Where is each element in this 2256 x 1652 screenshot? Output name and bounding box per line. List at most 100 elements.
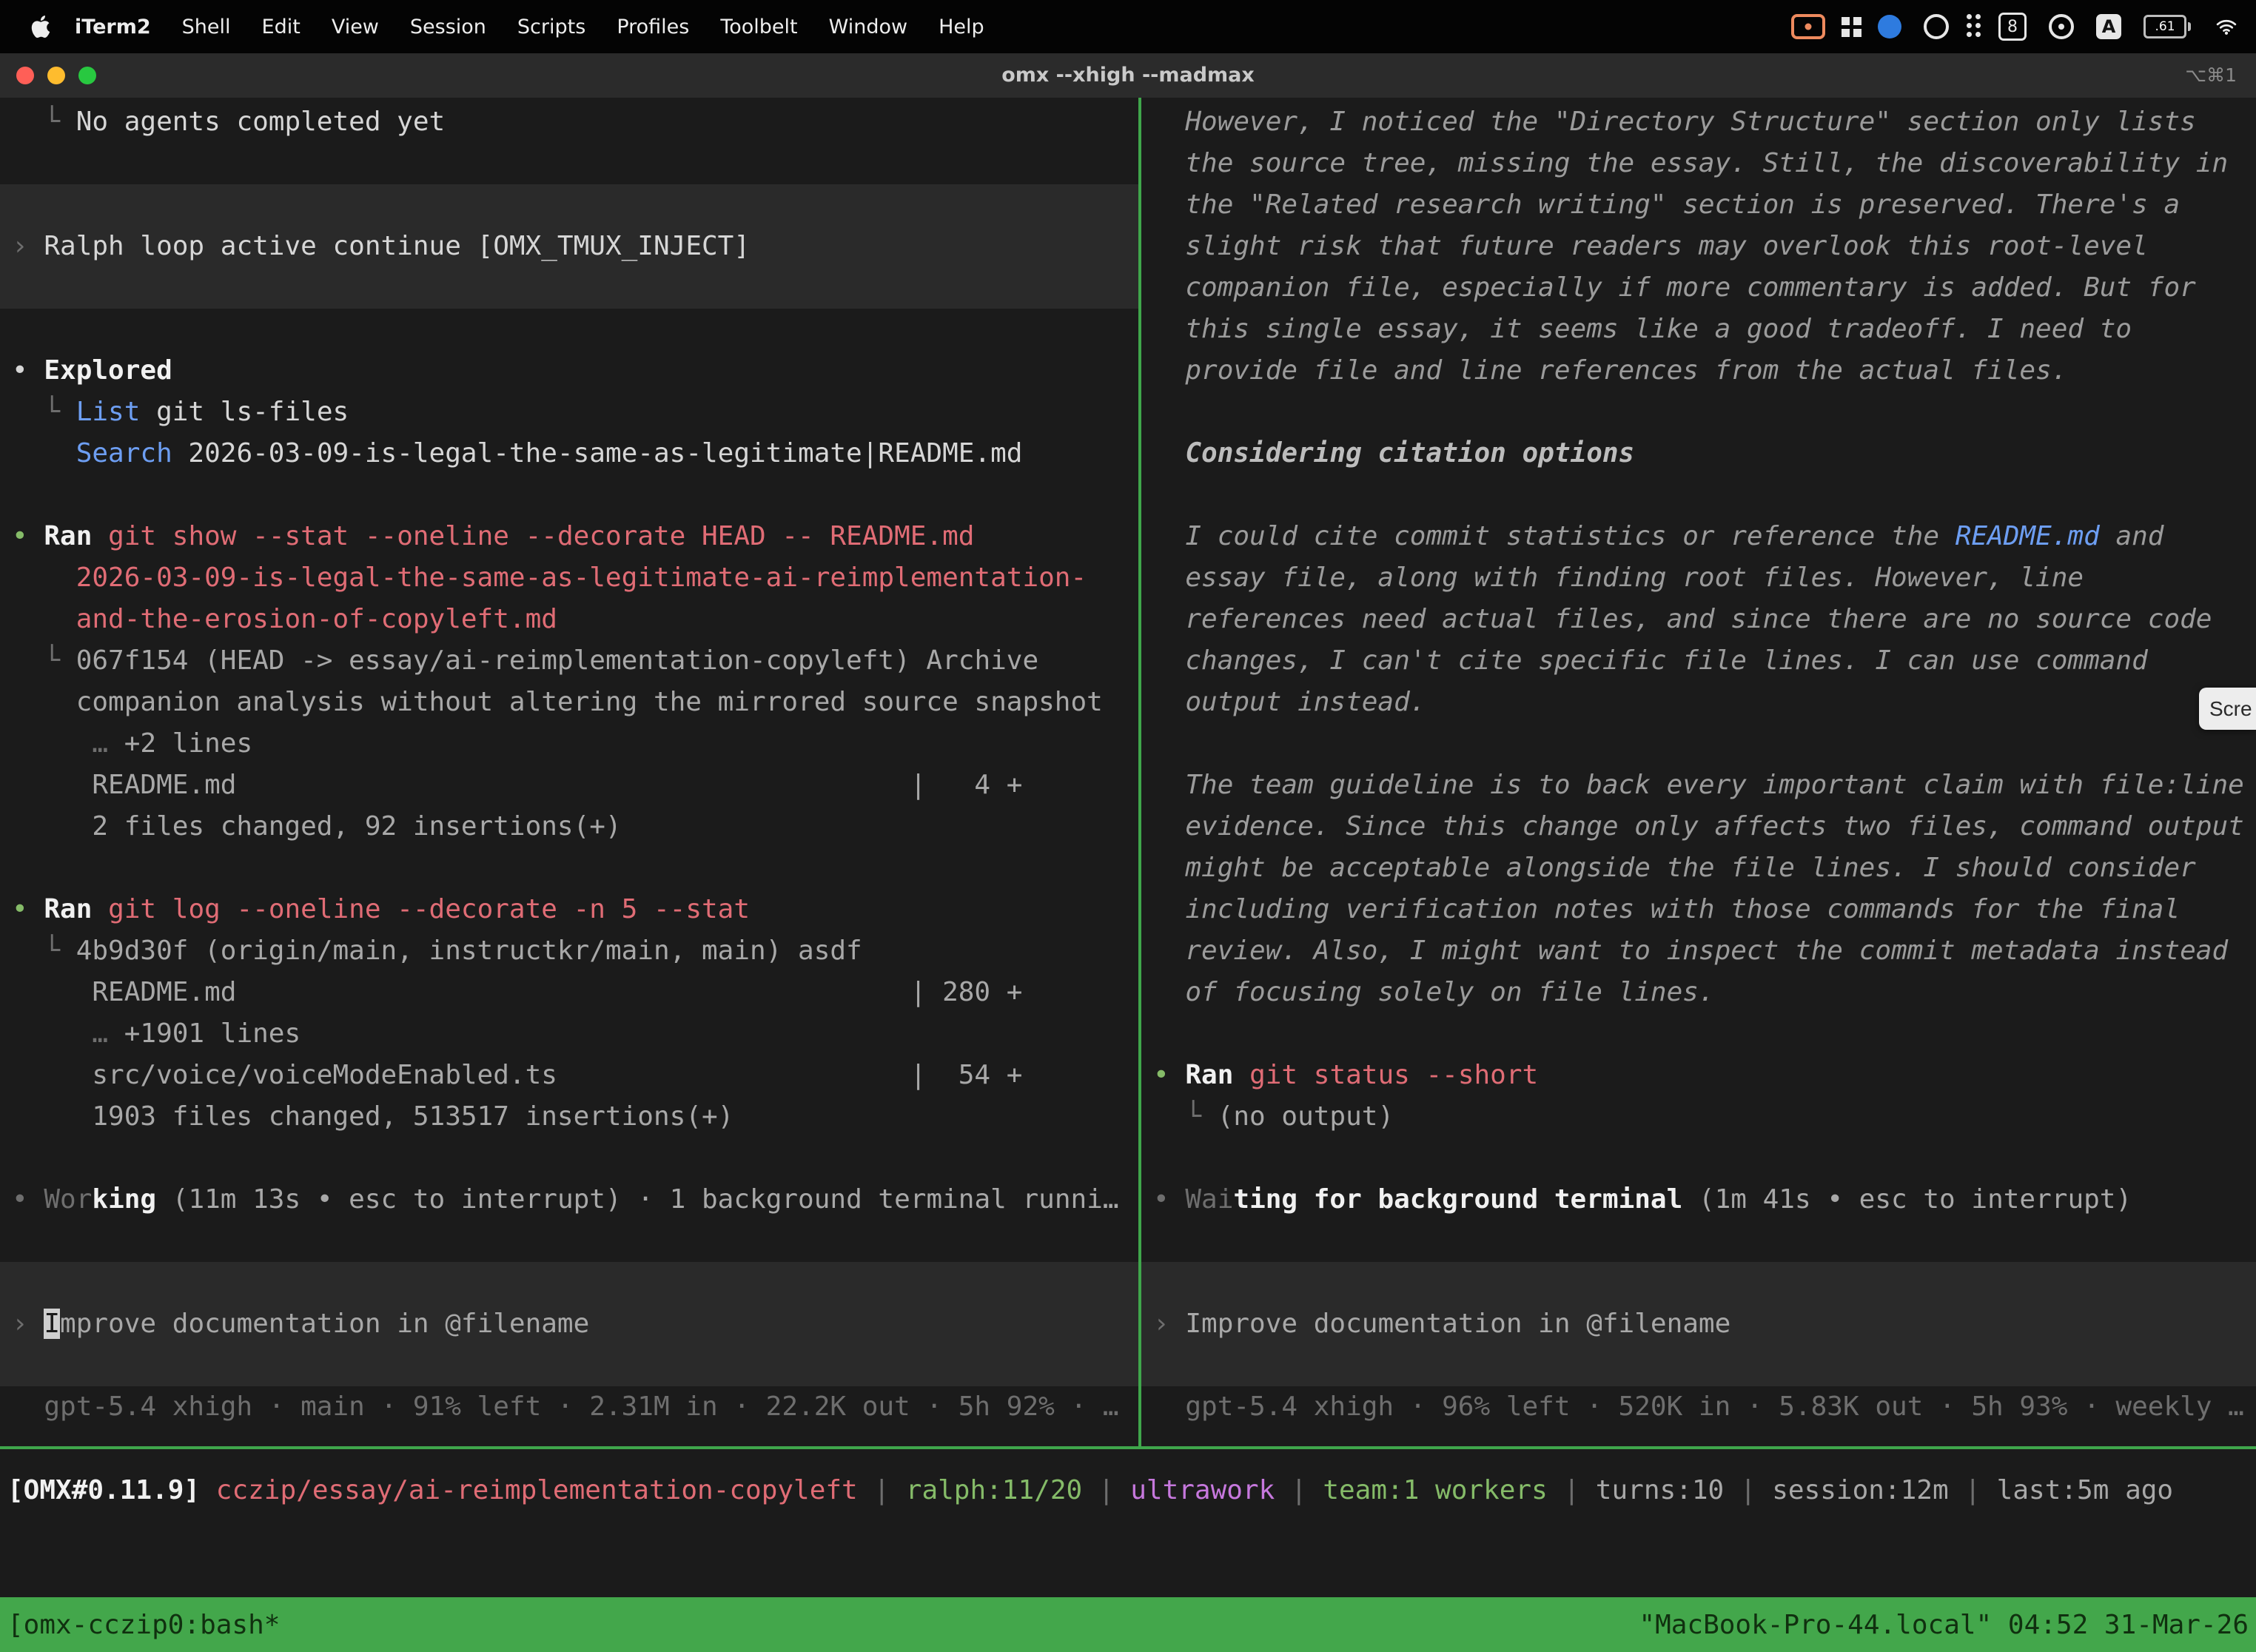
- ring-app-icon[interactable]: [1924, 14, 1949, 39]
- terminal-line: README.md | 280 +: [0, 972, 1138, 1013]
- omx-status-text: [OMX#0.11.9] cczip/essay/ai-reimplementa…: [0, 1470, 2256, 1511]
- terminal-segment: |: [1275, 1475, 1323, 1505]
- terminal-segment: slight risk that future readers may over…: [1153, 231, 2148, 261]
- terminal-line: 2026-03-09-is-legal-the-same-as-legitima…: [0, 557, 1138, 599]
- menu-item-window[interactable]: Window: [813, 16, 923, 38]
- terminal-line: └ List git ls-files: [0, 392, 1138, 433]
- terminal-segment: |: [1548, 1475, 1596, 1505]
- window-shortcut: ⌥⌘1: [2185, 53, 2237, 98]
- window-title-bar[interactable]: omx --xhigh --madmax ⌥⌘1: [0, 53, 2256, 99]
- pane-left[interactable]: └ No agents completed yet › Ralph loop ac…: [0, 98, 1138, 1446]
- terminal-segment: 067f154 (HEAD -> essay/ai-reimplementati…: [76, 645, 1038, 676]
- dots-grid-icon[interactable]: [1971, 24, 1976, 30]
- terminal-segment: 4b9d30f (origin/main, instructkr/main, m…: [76, 936, 862, 966]
- terminal-line: • Ran git log --oneline --decorate -n 5 …: [0, 889, 1138, 930]
- pane-right[interactable]: However, I noticed the "Directory Struct…: [1141, 98, 2256, 1446]
- terminal-segment: The team guideline is to back every impo…: [1153, 770, 2244, 800]
- terminal-segment: cczip/essay/ai-reimplementation-copyleft: [216, 1475, 858, 1505]
- terminal-line: src/voice/voiceModeEnabled.ts | 54 +: [0, 1055, 1138, 1096]
- window-grid-icon[interactable]: [1847, 23, 1856, 31]
- terminal-line: provide file and line references from th…: [1141, 350, 2256, 392]
- terminal-line: • Working (11m 13s • esc to interrupt) ·…: [0, 1179, 1138, 1220]
- terminal-segment: ralph:11/20: [906, 1475, 1082, 1505]
- screen-share-overlay[interactable]: Scre: [2199, 688, 2256, 730]
- terminal-segment: •: [1153, 1060, 1185, 1090]
- terminal-blank-line: [0, 1138, 1138, 1179]
- terminal-segment: src/voice/voiceModeEnabled.ts | 54 +: [12, 1060, 1022, 1090]
- apple-menu-icon[interactable]: [30, 15, 52, 38]
- terminal-line: • Waiting for background terminal (1m 41…: [1141, 1179, 2256, 1220]
- terminal-line: output instead.: [1141, 682, 2256, 723]
- terminal-line: evidence. Since this change only affects…: [1141, 806, 2256, 847]
- keyhole-icon[interactable]: [2049, 14, 2074, 39]
- terminal-segment: (11m 13s • esc to interrupt) · 1 backgro…: [156, 1184, 1118, 1215]
- input-source-icon[interactable]: A: [2096, 14, 2121, 39]
- prompt-input-box[interactable]: › Ralph loop active continue [OMX_TMUX_I…: [0, 184, 1138, 309]
- menu-items: iTerm2ShellEditViewSessionScriptsProfile…: [59, 16, 1000, 38]
- desktop: iTerm2ShellEditViewSessionScriptsProfile…: [0, 0, 2256, 1652]
- terminal-blank-line: [1141, 1013, 2256, 1055]
- menu-item-view[interactable]: View: [316, 16, 395, 38]
- menu-item-iterm2[interactable]: iTerm2: [59, 16, 167, 38]
- terminal-segment: •: [12, 1184, 44, 1215]
- menu-item-session[interactable]: Session: [395, 16, 502, 38]
- terminal-line: However, I noticed the "Directory Struct…: [1141, 101, 2256, 143]
- menu-item-help[interactable]: Help: [923, 16, 1000, 38]
- terminal-line: might be acceptable alongside the file l…: [1141, 847, 2256, 889]
- terminal-segment: └: [12, 645, 76, 676]
- terminal-segment: provide file and line references from th…: [1153, 355, 2067, 386]
- terminal-segment: ›: [1153, 1309, 1185, 1339]
- menu-item-shell[interactable]: Shell: [167, 16, 246, 38]
- terminal-segment: of focusing solely on file lines.: [1153, 977, 1715, 1007]
- terminal-segment: List: [76, 397, 141, 427]
- terminal-segment: No agents completed yet: [76, 107, 446, 137]
- terminal-segment: └: [12, 936, 76, 966]
- terminal-segment: •: [12, 355, 44, 386]
- screen-recording-icon[interactable]: [1791, 14, 1825, 39]
- terminal-segment: Ralph loop active continue [OMX_TMUX_INJ…: [44, 231, 750, 261]
- prompt-input-box[interactable]: › Improve documentation in @filename: [0, 1262, 1138, 1386]
- terminal-segment: git log --oneline --decorate -n 5 --stat: [108, 894, 750, 924]
- terminal-segment: [12, 728, 92, 759]
- terminal-line: companion analysis without altering the …: [0, 682, 1138, 723]
- terminal-segment: king: [92, 1184, 156, 1215]
- tmux-host-time: "MacBook-Pro-44.local" 04:52 31-Mar-26: [1639, 1610, 2249, 1640]
- terminal-line: … +2 lines: [0, 723, 1138, 765]
- terminal-segment: [OMX#0.11.9]: [7, 1475, 200, 1505]
- keypad-icon[interactable]: 8: [1998, 13, 2027, 41]
- terminal-segment: evidence. Since this change only affects…: [1153, 811, 2244, 842]
- terminal-line: review. Also, I might want to inspect th…: [1141, 930, 2256, 972]
- terminal-line: slight risk that future readers may over…: [1141, 226, 2256, 267]
- wifi-icon[interactable]: [2213, 16, 2240, 38]
- tmux-session-label: [omx-cczip0:bash*: [7, 1610, 280, 1640]
- terminal-line: the "Related research writing" section i…: [1141, 184, 2256, 226]
- terminal-blank-line: [1141, 392, 2256, 433]
- menu-item-edit[interactable]: Edit: [246, 16, 316, 38]
- menu-item-profiles[interactable]: Profiles: [601, 16, 705, 38]
- terminal-line: I could cite commit statistics or refere…: [1141, 516, 2256, 557]
- terminal-segment: session:12m: [1772, 1475, 1948, 1505]
- terminal-segment: |: [1724, 1475, 1772, 1505]
- prompt-input-line: › Ralph loop active continue [OMX_TMUX_I…: [0, 226, 1138, 267]
- terminal-segment: [12, 1018, 92, 1049]
- terminal-segment: and-the-erosion-of-copyleft.md: [12, 604, 557, 634]
- terminal-segment: (no output): [1218, 1101, 1394, 1132]
- terminal-segment: 1903 files changed, 513517 insertions(+): [12, 1101, 733, 1132]
- terminal-segment: …: [92, 1018, 124, 1049]
- prompt-input-box[interactable]: › Improve documentation in @filename: [1141, 1262, 2256, 1386]
- terminal-segment: review. Also, I might want to inspect th…: [1153, 936, 2228, 966]
- battery-icon[interactable]: .61: [2143, 15, 2191, 38]
- terminal-segment: |: [1082, 1475, 1130, 1505]
- terminal-blank-line: [1141, 723, 2256, 765]
- terminal-line: └ (no output): [1141, 1096, 2256, 1138]
- terminal-segment: git show --stat --oneline --decorate HEA…: [108, 521, 974, 551]
- blue-app-icon[interactable]: [1878, 15, 1901, 38]
- terminal-line: gpt-5.4 xhigh · 96% left · 520K in · 5.8…: [1141, 1386, 2256, 1428]
- menu-item-scripts[interactable]: Scripts: [502, 16, 601, 38]
- terminal-blank-line: [0, 847, 1138, 889]
- terminal-segment: last:5m ago: [1997, 1475, 2173, 1505]
- menu-item-toolbelt[interactable]: Toolbelt: [705, 16, 813, 38]
- terminal-segment: +2 lines: [124, 728, 252, 759]
- omx-status-line: [OMX#0.11.9] cczip/essay/ai-reimplementa…: [0, 1470, 2256, 1511]
- window-title: omx --xhigh --madmax: [0, 53, 2256, 98]
